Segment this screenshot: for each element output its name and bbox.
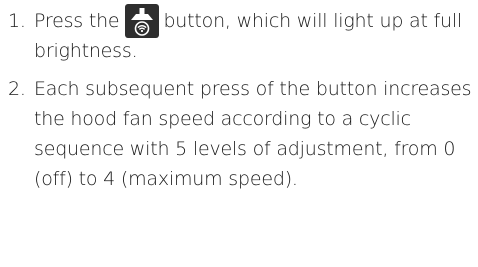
instruction-steps: 1. Press the button, which will light up…: [8, 3, 474, 194]
step-number: 1.: [8, 10, 26, 32]
step-number: 2.: [8, 78, 26, 100]
hood-fan-button-icon: [125, 3, 160, 38]
step-2: 2. Each subsequent press of the button i…: [8, 74, 474, 194]
step-2-text: Each subsequent press of the button incr…: [34, 78, 472, 190]
step-1: 1. Press the button, which will light up…: [8, 3, 474, 66]
step-1-text-before: Press the: [34, 10, 120, 32]
